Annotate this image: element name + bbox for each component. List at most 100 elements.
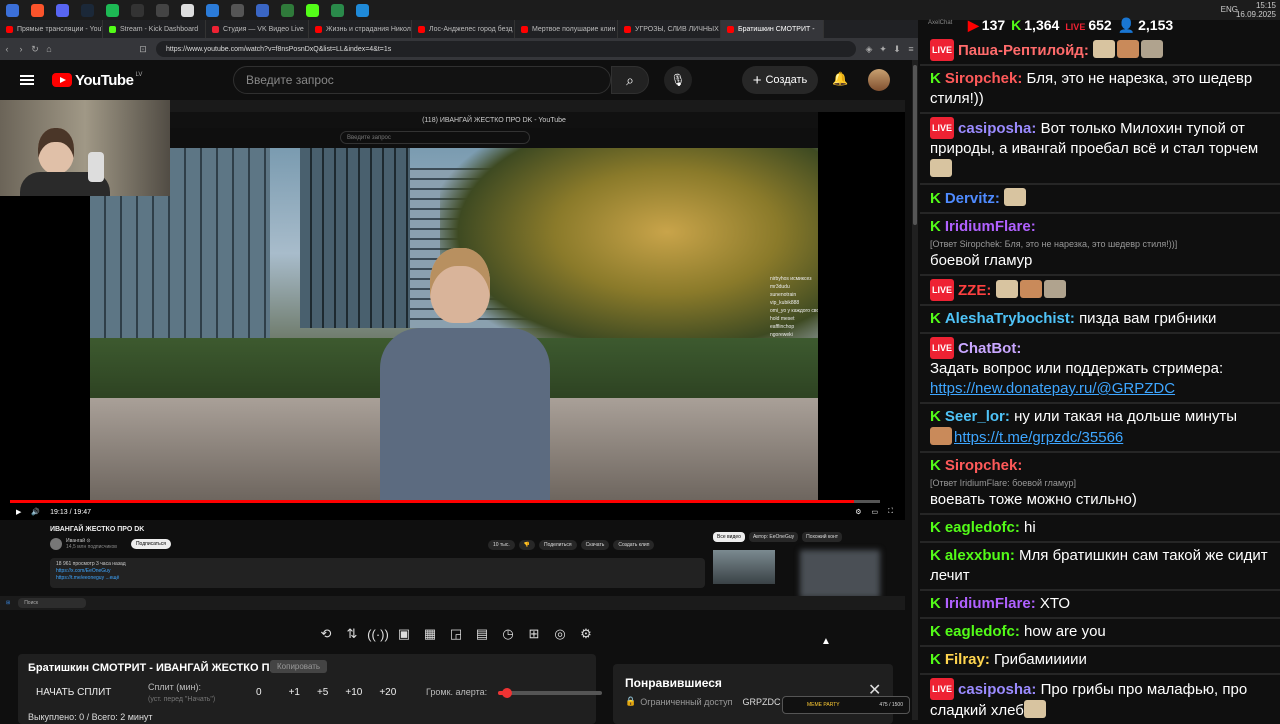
- chat-username[interactable]: Паша-Рептилойд:: [958, 42, 1089, 59]
- extension-icon[interactable]: ✦: [876, 44, 890, 55]
- search-input[interactable]: Введите запрос: [233, 66, 611, 94]
- timer-icon[interactable]: ◷: [500, 626, 516, 642]
- chat-username[interactable]: ChatBot:: [958, 340, 1021, 357]
- video-frame[interactable]: [90, 148, 818, 500]
- epic-icon[interactable]: [181, 3, 194, 17]
- settings-icon[interactable]: ⚙: [578, 626, 594, 642]
- youtube-logo[interactable]: YouTube LV: [52, 72, 142, 89]
- page-scrollbar[interactable]: [912, 60, 918, 720]
- voice-search-button[interactable]: 🎙: [664, 66, 692, 94]
- telegram-icon[interactable]: [356, 3, 369, 17]
- split-step-button[interactable]: +20: [379, 687, 396, 698]
- notifications-bell-icon[interactable]: 🔔: [832, 71, 848, 87]
- menu-icon[interactable]: ≡: [904, 44, 918, 54]
- copy-button[interactable]: Копировать: [270, 660, 328, 673]
- chat-username[interactable]: eagledofc:: [945, 519, 1020, 536]
- add-scene-icon[interactable]: ⊞: [526, 626, 542, 642]
- alert-volume-slider[interactable]: [498, 688, 602, 698]
- browser-tab[interactable]: Лос-Анджелес город безд: [412, 20, 515, 38]
- forward-icon[interactable]: ›: [14, 44, 28, 54]
- recommendation-tab[interactable]: Все видео: [713, 532, 745, 542]
- inner-action-button[interactable]: Создать клип: [613, 540, 655, 550]
- film-icon[interactable]: ▦: [422, 626, 438, 642]
- miniplayer-icon[interactable]: ▭: [871, 508, 878, 516]
- app-icon[interactable]: [256, 3, 269, 17]
- scrollbar-thumb[interactable]: [913, 65, 917, 225]
- alert-volume-knob[interactable]: [502, 688, 513, 698]
- chat-username[interactable]: IridiumFlare:: [945, 218, 1036, 235]
- repeat-icon[interactable]: ⟲: [318, 626, 334, 642]
- chat-username[interactable]: Siropchek:: [945, 70, 1023, 87]
- sort-icon[interactable]: ⇅: [344, 626, 360, 642]
- url-input[interactable]: https://www.youtube.com/watch?v=f8nsPosn…: [156, 41, 856, 57]
- browser-tab[interactable]: Студия — VK Видео Live: [206, 20, 309, 38]
- chat-link[interactable]: https://t.me/grpzdc/35566: [954, 429, 1123, 446]
- chat-username[interactable]: alexxbun:: [945, 547, 1015, 564]
- chat-username[interactable]: IridiumFlare:: [945, 595, 1036, 612]
- start-split-button[interactable]: НАЧАТЬ СПЛИТ: [36, 687, 111, 698]
- chat-username[interactable]: Seer_lor:: [945, 408, 1010, 425]
- kick-app-icon[interactable]: [306, 3, 319, 17]
- volume-icon[interactable]: 🔊: [31, 508, 40, 516]
- chat-username[interactable]: ZZE:: [958, 282, 991, 299]
- crop-icon[interactable]: ◲: [448, 626, 464, 642]
- app-icon[interactable]: [281, 3, 294, 17]
- inner-action-button[interactable]: Поделиться: [538, 540, 577, 550]
- recommended-thumbnail[interactable]: [713, 550, 775, 584]
- inner-action-button[interactable]: 👎: [518, 540, 535, 550]
- hamburger-menu-icon[interactable]: [20, 75, 34, 85]
- inner-action-button[interactable]: Скачать: [580, 540, 610, 550]
- desc-link[interactable]: https://x.com/EeOneGuy: [56, 568, 699, 575]
- browser-tab[interactable]: Жизнь и страдания Никола: [309, 20, 412, 38]
- browser-tab[interactable]: Братишкин СМОТРИТ -: [721, 20, 824, 38]
- chat-username[interactable]: casiposha:: [958, 681, 1036, 698]
- split-step-button[interactable]: +1: [289, 687, 300, 698]
- recommendation-tab[interactable]: Похожий конт: [802, 532, 843, 542]
- steam-icon[interactable]: [81, 3, 94, 17]
- start-icon[interactable]: [6, 3, 19, 17]
- discord-icon[interactable]: [56, 3, 69, 17]
- app-icon[interactable]: [156, 3, 169, 17]
- recommendation-tab[interactable]: Автор: EeOneGuy: [748, 532, 799, 542]
- shield-icon[interactable]: ◈: [862, 44, 876, 55]
- spotify-icon[interactable]: [106, 3, 119, 17]
- display-icon[interactable]: ▣: [396, 626, 412, 642]
- app-icon[interactable]: [206, 3, 219, 17]
- play-icon[interactable]: ▶: [16, 508, 21, 516]
- chat-username[interactable]: Dervitz:: [945, 190, 1000, 207]
- chat-username[interactable]: Filray:: [945, 651, 990, 668]
- broadcast-icon[interactable]: ((·)): [367, 626, 389, 642]
- brave-icon[interactable]: [31, 3, 44, 17]
- browser-tab[interactable]: Прямые трансляции - YouTu: [0, 20, 103, 38]
- lang-indicator[interactable]: ENG: [1221, 5, 1238, 14]
- chat-username[interactable]: casiposha:: [958, 120, 1036, 137]
- video-progress-bar[interactable]: [10, 500, 880, 503]
- search-button[interactable]: ⌕: [611, 66, 649, 94]
- chat-username[interactable]: eagledofc:: [945, 623, 1020, 640]
- subscribe-button[interactable]: Подписаться: [130, 539, 171, 549]
- bookmark-icon[interactable]: ⊡: [136, 44, 150, 55]
- desc-link[interactable]: https://t.me/eeoneguy ...ещё: [56, 575, 699, 582]
- grid-icon[interactable]: ▤: [474, 626, 490, 642]
- browser-tab[interactable]: Stream - Kick Dashboard: [103, 20, 206, 38]
- split-step-button[interactable]: +10: [345, 687, 362, 698]
- reload-icon[interactable]: ↻: [28, 44, 42, 55]
- chat-link[interactable]: https://new.donatepay.ru/@GRPZDC: [930, 380, 1175, 397]
- camera-icon[interactable]: ◎: [552, 626, 568, 642]
- browser-tab[interactable]: Мертвое полушарие клин: [515, 20, 618, 38]
- split-step-button[interactable]: +5: [317, 687, 328, 698]
- back-icon[interactable]: ‹: [0, 44, 14, 54]
- fullscreen-icon[interactable]: ⛶: [888, 508, 893, 516]
- account-avatar[interactable]: [868, 69, 890, 91]
- chat-username[interactable]: Siropchek:: [945, 457, 1023, 474]
- recommended-thumbnail-blurred[interactable]: [800, 550, 880, 598]
- channel-avatar[interactable]: [50, 538, 62, 550]
- inner-action-button[interactable]: 10 тыс.: [488, 540, 515, 550]
- app-icon[interactable]: [331, 3, 344, 17]
- download-icon[interactable]: ⬇: [890, 44, 904, 55]
- inner-description[interactable]: 18 961 просмотр 3 часа назад https://x.c…: [50, 558, 705, 588]
- home-icon[interactable]: ⌂: [42, 44, 56, 54]
- create-button[interactable]: + Создать: [742, 66, 818, 94]
- browser-tab[interactable]: УГРОЗЫ, СЛИВ ЛИЧНЫХ Д: [618, 20, 721, 38]
- chat-username[interactable]: AleshaTrybochist:: [945, 310, 1075, 327]
